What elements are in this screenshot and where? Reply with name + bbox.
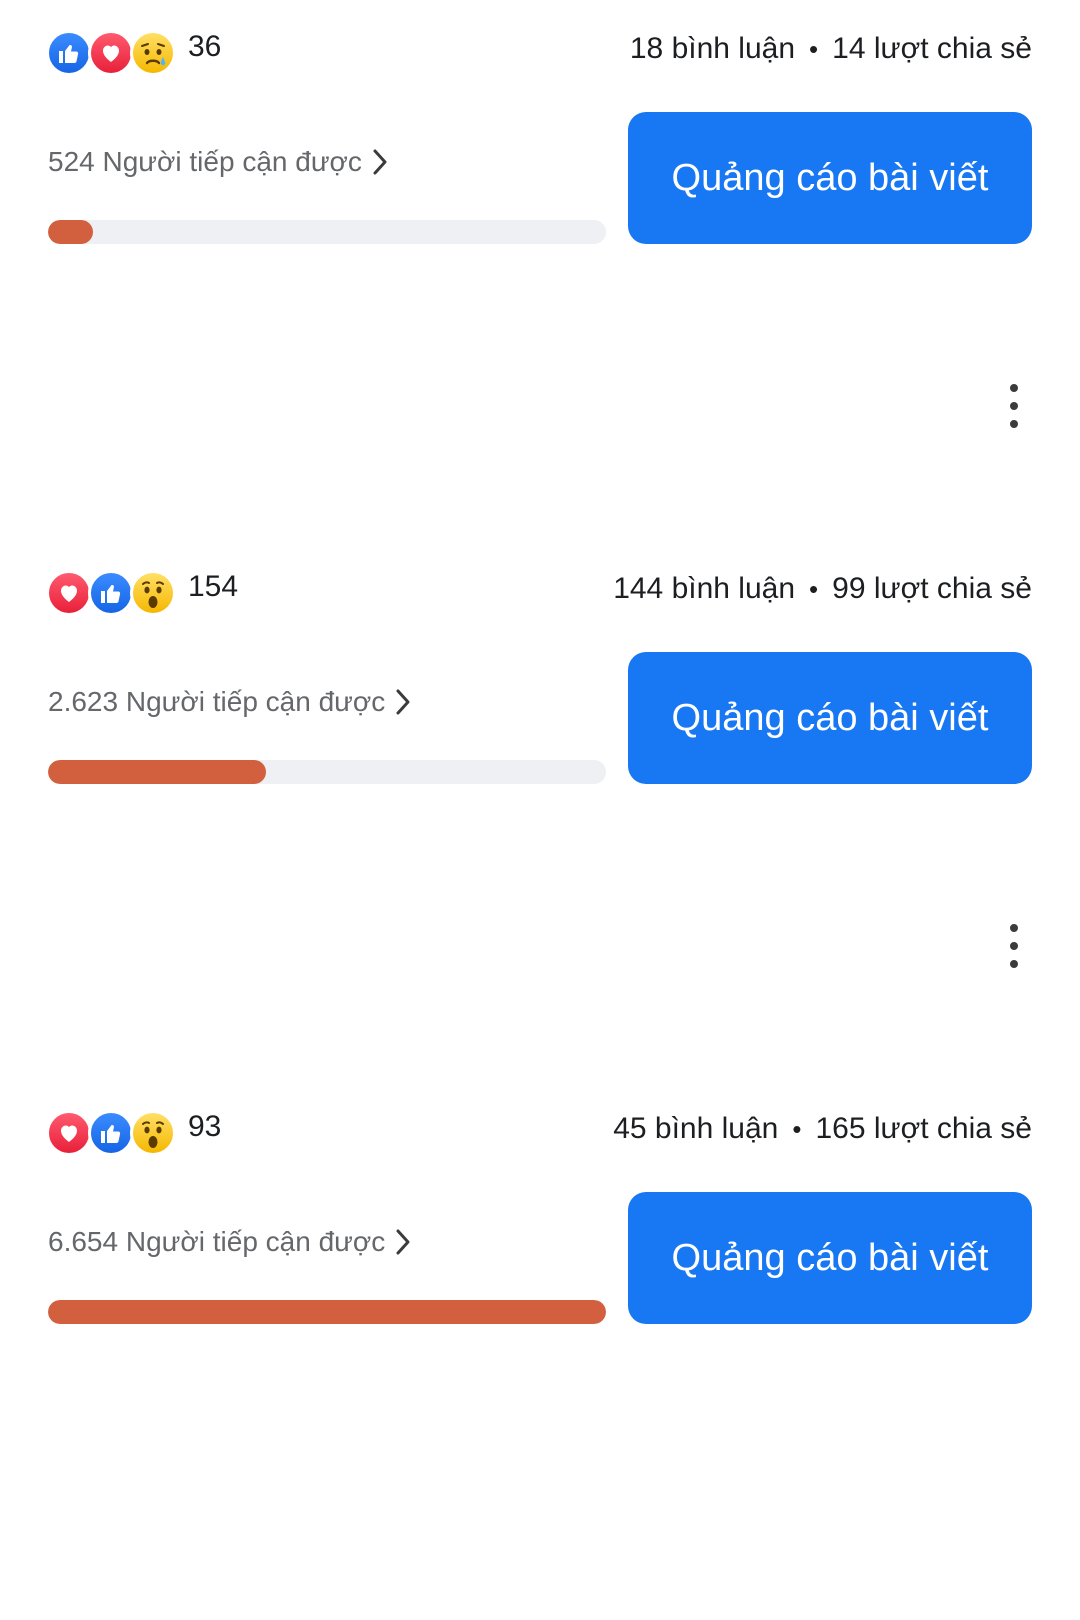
reach-progress-bar [48, 1300, 606, 1324]
reaction-count: 154 [188, 570, 239, 603]
boost-post-button[interactable]: Quảng cáo bài viết [628, 1192, 1032, 1324]
post-insights-3: 93 45 bình luận • 165 lượt chia sẻ 6.654… [0, 1080, 1080, 1620]
post-insights-1: 36 18 bình luận • 14 lượt chia sẻ 524 Ng… [0, 0, 1080, 540]
chevron-right-icon [395, 688, 411, 716]
comment-count[interactable]: 45 bình luận [613, 1112, 778, 1146]
separator-dot: • [792, 1113, 802, 1144]
boost-post-button[interactable]: Quảng cáo bài viết [628, 112, 1032, 244]
reach-link[interactable]: 524 Người tiếp cận được [48, 146, 388, 178]
reach-label: 524 Người tiếp cận được [48, 146, 362, 177]
engagement-stats: 144 bình luận • 99 lượt chia sẻ [613, 572, 1032, 606]
reactions-summary[interactable]: 154 [46, 566, 238, 620]
boost-post-button[interactable]: Quảng cáo bài viết [628, 652, 1032, 784]
reach-link[interactable]: 6.654 Người tiếp cận được [48, 1226, 411, 1258]
love-icon [88, 30, 134, 76]
reach-link[interactable]: 2.623 Người tiếp cận được [48, 686, 411, 718]
comment-count[interactable]: 18 bình luận [630, 32, 795, 66]
engagement-stats: 45 bình luận • 165 lượt chia sẻ [613, 1112, 1032, 1146]
like-icon [88, 1110, 134, 1156]
like-icon [46, 30, 92, 76]
reach-progress-fill [48, 220, 93, 244]
wow-icon [130, 1110, 176, 1156]
love-icon [46, 1110, 92, 1156]
like-icon [88, 570, 134, 616]
reach-progress-fill [48, 760, 266, 784]
separator-dot: • [809, 573, 819, 604]
share-count[interactable]: 165 lượt chia sẻ [815, 1112, 1032, 1146]
chevron-right-icon [372, 148, 388, 176]
reactions-summary[interactable]: 36 [46, 26, 221, 80]
reactions-summary[interactable]: 93 [46, 1106, 221, 1160]
reach-progress-bar [48, 760, 606, 784]
post-insights-2: 154 144 bình luận • 99 lượt chia sẻ 2.62… [0, 540, 1080, 1080]
more-options-icon[interactable] [998, 924, 1030, 968]
share-count[interactable]: 99 lượt chia sẻ [832, 572, 1032, 606]
reach-progress-bar [48, 220, 606, 244]
engagement-stats: 18 bình luận • 14 lượt chia sẻ [630, 32, 1032, 66]
chevron-right-icon [395, 1228, 411, 1256]
reaction-count: 36 [188, 30, 222, 63]
comment-count[interactable]: 144 bình luận [613, 572, 795, 606]
love-icon [46, 570, 92, 616]
reach-label: 6.654 Người tiếp cận được [48, 1226, 386, 1257]
more-options-icon[interactable] [998, 384, 1030, 428]
separator-dot: • [809, 33, 819, 64]
sad-icon [130, 30, 176, 76]
reach-progress-fill [48, 1300, 606, 1324]
reaction-count: 93 [188, 1110, 222, 1143]
wow-icon [130, 570, 176, 616]
reach-label: 2.623 Người tiếp cận được [48, 686, 386, 717]
share-count[interactable]: 14 lượt chia sẻ [832, 32, 1032, 66]
